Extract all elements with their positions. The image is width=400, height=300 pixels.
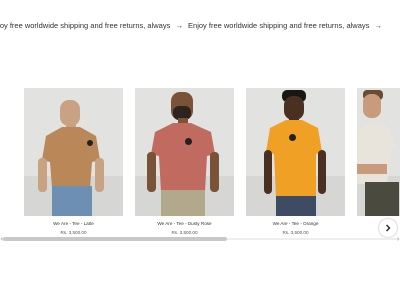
product-image[interactable]	[135, 88, 234, 216]
product-card[interactable]	[357, 88, 400, 221]
arrow-icon: →	[175, 21, 183, 30]
product-card[interactable]: We Are - Tee - Dusty Rose Rs. 3,500.00	[135, 88, 234, 236]
chevron-right-icon	[386, 224, 391, 232]
product-name[interactable]: We Are - Tee - Dusty Rose	[135, 221, 234, 227]
announcement-text: Enjoy free worldwide shipping and free r…	[188, 21, 370, 30]
product-card[interactable]: We Are - Tee - Latte Rs. 3,500.00	[24, 88, 123, 236]
product-image[interactable]	[357, 88, 400, 216]
product-name[interactable]: We Are - Tee - Orange	[246, 221, 345, 227]
product-name[interactable]: We Are - Tee - Latte	[24, 221, 123, 227]
product-carousel: We Are - Tee - Latte Rs. 3,500.00 We Are…	[0, 88, 400, 248]
product-image[interactable]	[246, 88, 345, 216]
product-card[interactable]: We Are - Tee - Orange Rs. 3,500.00	[246, 88, 345, 236]
announcement-text: njoy free worldwide shipping and free re…	[0, 21, 171, 30]
arrow-icon: →	[374, 21, 382, 30]
carousel-next-button[interactable]	[379, 219, 397, 237]
product-image[interactable]	[24, 88, 123, 216]
scrollbar-thumb[interactable]	[3, 237, 227, 241]
announcement-bar: njoy free worldwide shipping and free re…	[0, 20, 400, 32]
carousel-scrollbar[interactable]	[0, 236, 400, 242]
